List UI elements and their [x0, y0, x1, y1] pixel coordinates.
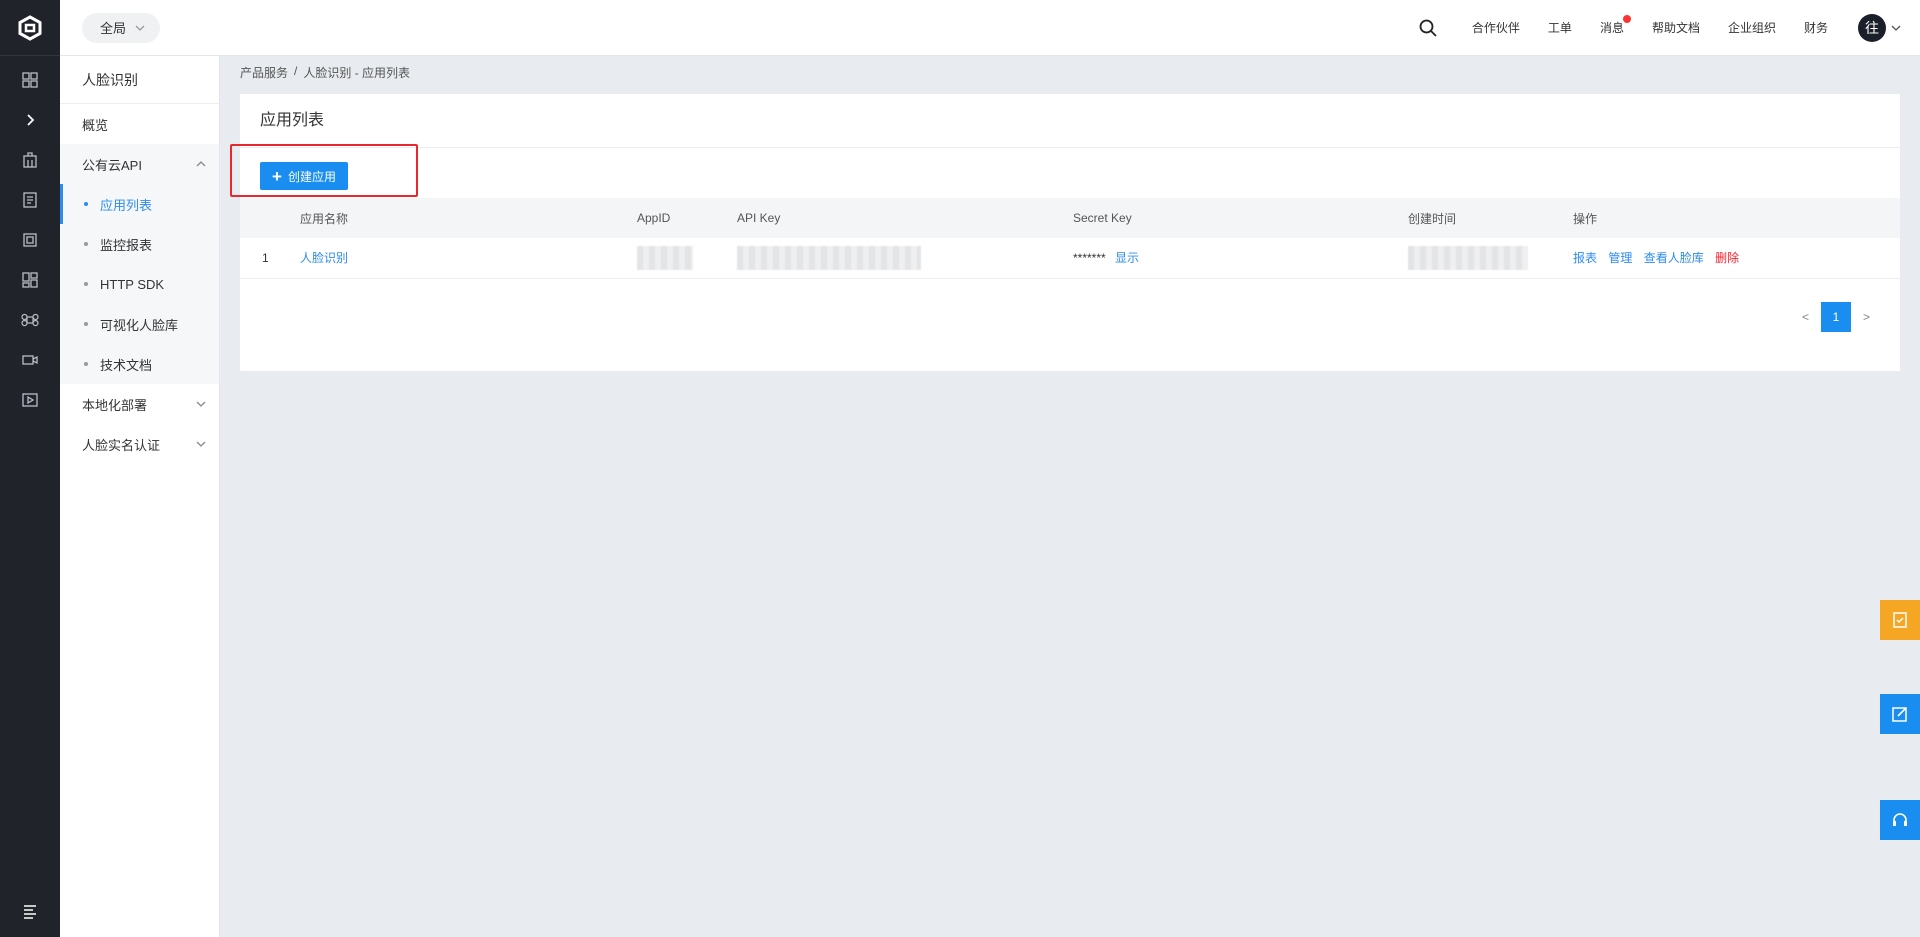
sidebar-item-label: 监控报表	[100, 237, 153, 253]
pager-next[interactable]: >	[1863, 310, 1870, 324]
col-actions: 操作	[1573, 198, 1900, 238]
chevron-down-icon[interactable]	[1890, 22, 1902, 34]
building-icon[interactable]	[0, 140, 60, 180]
chip-icon[interactable]	[0, 220, 60, 260]
breadcrumb-separator: /	[294, 64, 298, 78]
bullet-icon	[84, 282, 88, 286]
breadcrumb-current: 人脸识别 - 应用列表	[303, 66, 411, 80]
col-created-time: 创建时间	[1408, 198, 1573, 238]
report-link[interactable]: 报表	[1573, 251, 1597, 265]
page-title: 应用列表	[240, 94, 1900, 148]
sidebar-item-face-library[interactable]: 可视化人脸库	[60, 304, 219, 344]
avatar[interactable]: 往	[1858, 13, 1886, 42]
col-index	[240, 198, 300, 238]
create-app-label: 创建应用	[287, 169, 336, 184]
plus-icon: +	[272, 166, 282, 186]
col-appid: AppID	[637, 198, 737, 238]
chevron-down-icon	[196, 441, 206, 447]
sidebar-group-local-deploy[interactable]: 本地化部署	[60, 384, 219, 424]
delete-link[interactable]: 删除	[1715, 251, 1739, 265]
sidebar-item-label: 应用列表	[100, 197, 153, 213]
sidebar-item-overview[interactable]: 概览	[60, 104, 219, 144]
logo-icon[interactable]	[0, 0, 60, 56]
sidebar-item-label: 概览	[82, 117, 109, 133]
edit-icon[interactable]	[1880, 694, 1920, 734]
grid-icon[interactable]	[0, 260, 60, 300]
appid-redacted	[637, 245, 693, 270]
nav-messages-label: 消息	[1599, 21, 1624, 35]
video-camera-icon[interactable]	[0, 340, 60, 380]
sidebar-item-label: 人脸实名认证	[82, 437, 161, 453]
sidebar-item-http-sdk[interactable]: HTTP SDK	[60, 264, 219, 304]
app-table: 应用名称 AppID API Key Secret Key 创建时间 操作 1 …	[240, 198, 1900, 279]
chevron-up-icon	[196, 161, 206, 167]
nav-partners[interactable]: 合作伙伴	[1472, 19, 1520, 36]
pagination: < 1 >	[1802, 302, 1870, 332]
app-name-link[interactable]: 人脸识别	[300, 251, 348, 265]
sidebar-group-realname[interactable]: 人脸实名认证	[60, 424, 219, 464]
checklist-icon[interactable]	[1880, 600, 1920, 640]
top-bar: 全局 合作伙伴 工单 消息 帮助文档 企业组织 财务 往	[60, 0, 1920, 56]
created-time-redacted	[1408, 245, 1528, 270]
sidebar-item-label: 公有云API	[82, 157, 142, 173]
top-nav: 合作伙伴 工单 消息 帮助文档 企业组织 财务 往	[1418, 0, 1920, 56]
region-label: 全局	[100, 21, 127, 36]
command-icon[interactable]	[0, 300, 60, 340]
bullet-icon	[84, 322, 88, 326]
sidebar-item-label: 本地化部署	[82, 397, 148, 413]
expand-chevron-icon[interactable]	[0, 100, 60, 140]
col-secret-key: Secret Key	[1073, 198, 1408, 238]
nav-messages[interactable]: 消息	[1599, 15, 1631, 36]
nav-finance[interactable]: 财务	[1804, 19, 1828, 36]
sidebar-item-monitoring[interactable]: 监控报表	[60, 224, 219, 264]
nav-enterprise[interactable]: 企业组织	[1728, 19, 1776, 36]
product-sidebar: 人脸识别 概览 公有云API 应用列表 监控报表 HTTP SDK 可视化人脸库…	[60, 56, 220, 937]
row-actions: 报表 管理 查看人脸库 删除	[1573, 238, 1900, 279]
sidebar-item-label: 可视化人脸库	[100, 317, 179, 333]
chevron-down-icon	[135, 25, 145, 31]
chevron-down-icon	[196, 401, 206, 407]
menu-toggle-icon[interactable]	[0, 885, 60, 937]
document-icon[interactable]	[0, 180, 60, 220]
col-app-name: 应用名称	[300, 198, 637, 238]
table-header-row: 应用名称 AppID API Key Secret Key 创建时间 操作	[240, 198, 1900, 238]
pager-prev[interactable]: <	[1802, 310, 1809, 324]
api-key-redacted	[737, 245, 921, 270]
create-app-button[interactable]: + 创建应用	[260, 162, 348, 190]
icon-rail	[0, 0, 60, 937]
search-icon[interactable]	[1418, 18, 1438, 38]
unread-dot	[1622, 15, 1631, 23]
sidebar-item-tech-docs[interactable]: 技术文档	[60, 344, 219, 384]
dashboard-icon[interactable]	[0, 60, 60, 100]
nav-tickets[interactable]: 工单	[1548, 19, 1572, 36]
sidebar-item-label: HTTP SDK	[100, 276, 165, 292]
col-api-key: API Key	[737, 198, 1073, 238]
breadcrumb-root[interactable]: 产品服务	[240, 64, 288, 81]
region-selector[interactable]: 全局	[82, 12, 161, 43]
show-secret-link[interactable]: 显示	[1115, 251, 1139, 265]
pager-page-current[interactable]: 1	[1820, 302, 1851, 332]
secret-key-masked: *******	[1073, 251, 1106, 266]
row-index: 1	[240, 238, 300, 279]
headset-icon[interactable]	[1880, 800, 1920, 840]
sidebar-group-public-api[interactable]: 公有云API	[60, 144, 219, 184]
view-face-library-link[interactable]: 查看人脸库	[1644, 251, 1704, 265]
sidebar-title: 人脸识别	[60, 56, 219, 104]
bullet-icon	[84, 242, 88, 246]
bullet-icon	[84, 202, 88, 206]
sidebar-item-app-list[interactable]: 应用列表	[60, 184, 219, 224]
nav-help-docs[interactable]: 帮助文档	[1652, 19, 1700, 36]
bullet-icon	[84, 362, 88, 366]
table-row: 1 人脸识别 ******* 显示 报表 管理 查看人脸库 删除	[240, 238, 1900, 279]
breadcrumb: 产品服务 / 人脸识别 - 应用列表	[240, 64, 410, 81]
app-list-card: 应用列表 + 创建应用 应用名称 AppID API Key Secret Ke…	[240, 94, 1900, 371]
play-icon[interactable]	[0, 380, 60, 420]
sidebar-item-label: 技术文档	[100, 357, 153, 373]
manage-link[interactable]: 管理	[1608, 251, 1632, 265]
